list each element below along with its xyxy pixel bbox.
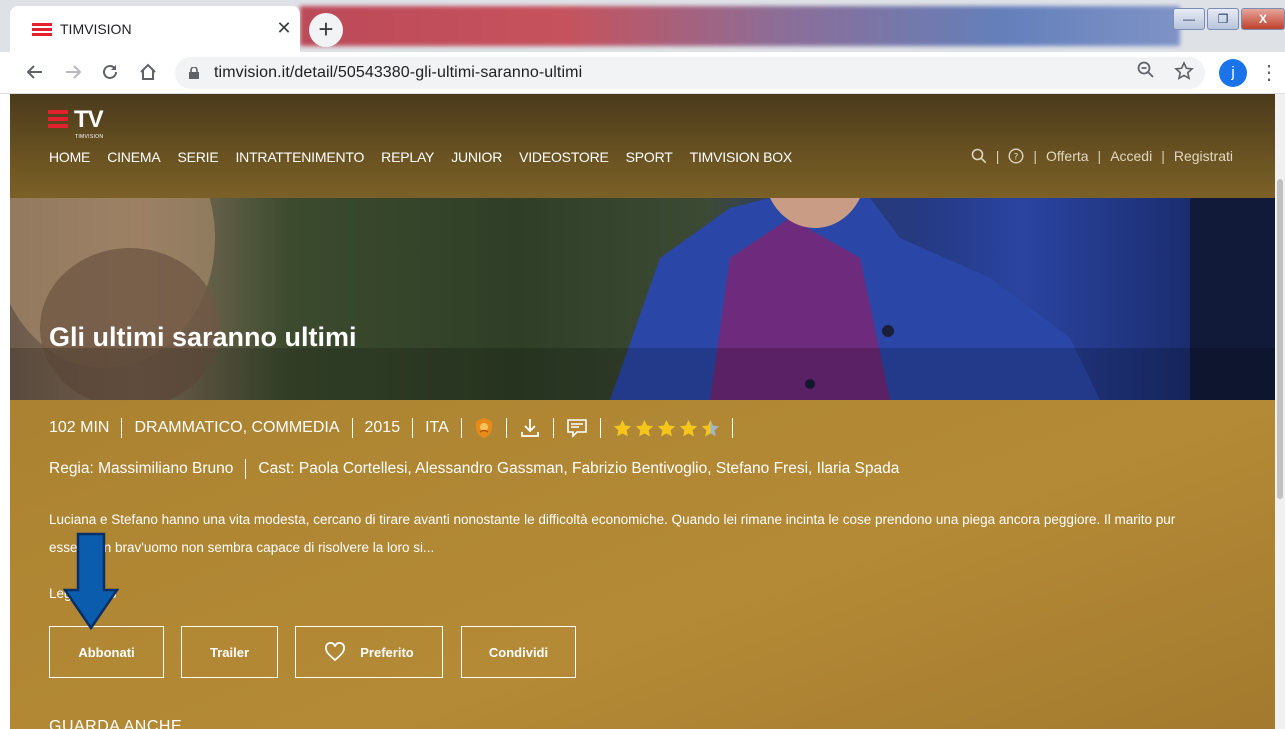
offerta-link[interactable]: Offerta [1046, 148, 1089, 164]
nav-replay[interactable]: REPLAY [381, 149, 434, 165]
timvision-logo[interactable]: TV TIMVISION [48, 106, 118, 140]
movie-title: Gli ultimi saranno ultimi [49, 322, 357, 352]
synopsis: Luciana e Stefano hanno una vita modesta… [49, 506, 1254, 562]
blurred-background-tabs [300, 6, 1180, 46]
genres-text: DRAMMATICO, COMMEDIA [134, 419, 340, 436]
star-icon [701, 419, 719, 436]
site-header: TV TIMVISION HOME CINEMA SERIE INTRATTEN… [10, 94, 1275, 198]
parental-rating-icon [475, 418, 492, 438]
hero-image [10, 198, 1275, 400]
star-icon [613, 419, 631, 436]
browser-menu-icon[interactable]: ⋮ [1259, 60, 1279, 86]
subtitles-icon[interactable] [566, 417, 588, 439]
credits-row: Regia: Massimiliano Bruno Cast: Paola Co… [49, 459, 899, 479]
logo-tv-text: TV [74, 106, 104, 133]
close-window-button[interactable]: X [1241, 8, 1285, 30]
restore-button[interactable]: ❐ [1207, 8, 1239, 30]
back-icon[interactable] [23, 62, 47, 84]
reload-icon[interactable] [98, 62, 122, 84]
nav-sport[interactable]: SPORT [626, 149, 673, 165]
browser-toolbar: timvision.it/detail/50543380-gli-ultimi-… [0, 52, 1285, 94]
tab-title: TIMVISION [60, 21, 132, 37]
home-icon[interactable] [136, 62, 160, 84]
zoom-icon[interactable] [1134, 61, 1158, 85]
duration-text: 102 MIN [49, 419, 110, 436]
subscribe-button[interactable]: Abbonati [49, 626, 164, 678]
see-also-heading: GUARDA ANCHE [49, 718, 183, 729]
language-text: ITA [425, 419, 449, 436]
nav-timvision-box[interactable]: TIMVISION BOX [690, 149, 793, 165]
nav-serie[interactable]: SERIE [177, 149, 218, 165]
scrollbar-thumb[interactable] [1277, 179, 1283, 499]
synopsis-line-2: esse un brav'uomo non sembra capace di r… [49, 540, 435, 555]
nav-intrattenimento[interactable]: INTRATTENIMENTO [235, 149, 364, 165]
download-icon[interactable] [519, 417, 541, 439]
forward-icon[interactable] [61, 62, 85, 84]
nav-videostore[interactable]: VIDEOSTORE [519, 149, 609, 165]
cast-label: Cast: [258, 460, 295, 477]
main-navigation: HOME CINEMA SERIE INTRATTENIMENTO REPLAY… [49, 149, 809, 165]
heart-icon [325, 642, 346, 662]
address-bar[interactable]: timvision.it/detail/50543380-gli-ultimi-… [175, 57, 1205, 89]
trailer-button[interactable]: Trailer [181, 626, 278, 678]
director-name: Massimiliano Bruno [98, 460, 234, 477]
minimize-button[interactable]: — [1173, 8, 1205, 30]
hero-banner: Gli ultimi saranno ultimi [10, 198, 1275, 400]
cast-names: Paola Cortellesi, Alessandro Gassman, Fa… [298, 460, 900, 477]
director-label: Regia: [49, 460, 94, 477]
svg-text:?: ? [1014, 153, 1019, 163]
bookmark-star-icon[interactable] [1172, 61, 1196, 85]
logo-subtitle: TIMVISION [75, 134, 104, 140]
tab-close-icon[interactable]: ✕ [274, 18, 294, 38]
registrati-link[interactable]: Registrati [1174, 148, 1233, 164]
movie-meta-row: 102 MIN DRAMMATICO, COMMEDIA 2015 ITA [49, 416, 745, 440]
annotation-arrow-icon [63, 532, 119, 630]
nav-home[interactable]: HOME [49, 149, 90, 165]
browser-tab-active[interactable]: TIMVISION ✕ [10, 6, 300, 52]
rating-stars [613, 419, 720, 438]
profile-avatar[interactable]: j [1219, 59, 1247, 87]
page-viewport: TV TIMVISION HOME CINEMA SERIE INTRATTEN… [10, 94, 1275, 729]
year-text: 2015 [364, 419, 401, 436]
search-icon[interactable] [971, 148, 987, 164]
synopsis-line-1: Luciana e Stefano hanno una vita modesta… [49, 512, 1176, 527]
url-text[interactable]: timvision.it/detail/50543380-gli-ultimi-… [214, 64, 582, 82]
help-icon[interactable]: ? [1008, 148, 1024, 164]
new-tab-button[interactable]: + [309, 13, 343, 47]
nav-cinema[interactable]: CINEMA [107, 149, 160, 165]
share-button[interactable]: Condividi [461, 626, 576, 678]
star-icon [679, 419, 697, 436]
user-navigation: | ? | Offerta | Accedi | Registrati [971, 148, 1233, 164]
star-icon [635, 419, 653, 436]
lock-icon [189, 67, 199, 79]
favorite-label: Preferito [360, 644, 414, 660]
window-controls: — ❐ X [1171, 8, 1285, 34]
timvision-favicon-icon [32, 23, 52, 37]
favorite-button[interactable]: Preferito [295, 626, 443, 678]
accedi-link[interactable]: Accedi [1110, 148, 1152, 164]
star-icon [657, 419, 675, 436]
page-scrollbar[interactable] [1275, 94, 1285, 729]
nav-junior[interactable]: JUNIOR [451, 149, 502, 165]
browser-tab-strip: TIMVISION ✕ + — ❐ X [0, 0, 1285, 52]
